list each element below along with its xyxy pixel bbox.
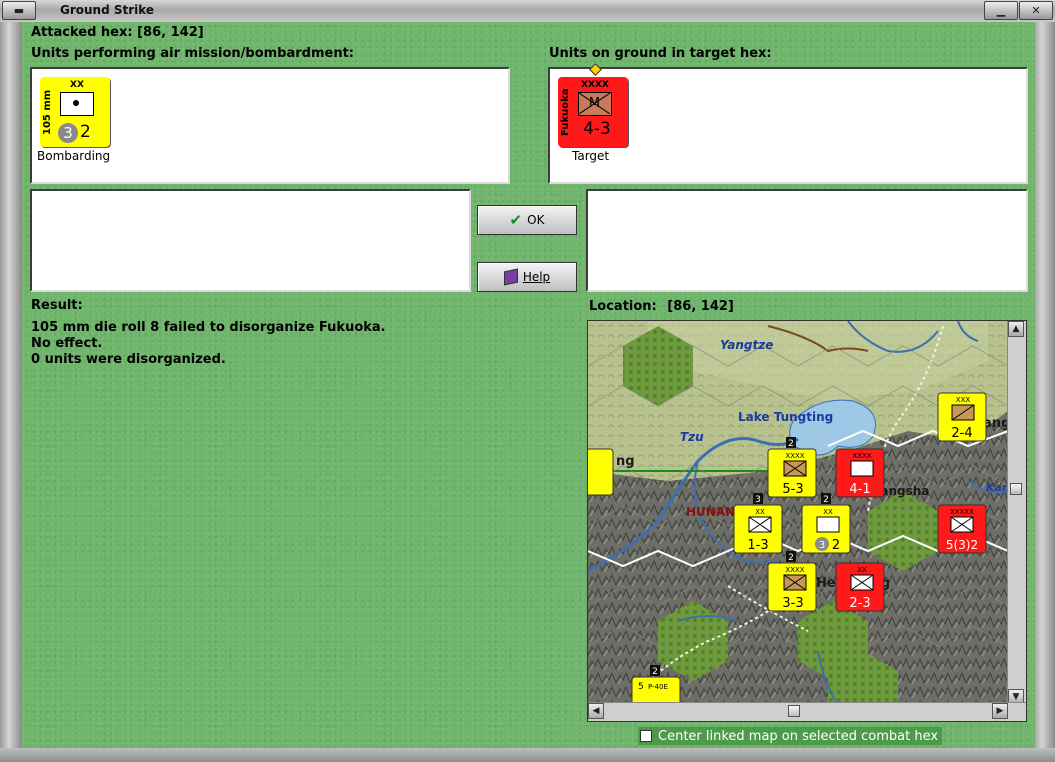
air-units-panel: 105 mm XX 3 2 Bombarding [30, 67, 510, 184]
mechanized-symbol-icon: M [578, 92, 612, 116]
unit-size: XXXX [785, 566, 804, 574]
target-caption: Target [572, 149, 610, 163]
scroll-right-button[interactable]: ▶ [992, 703, 1008, 719]
stack-count: 2 [823, 495, 829, 505]
air-units-heading: Units performing air mission/bombardment… [31, 46, 355, 61]
location-map[interactable]: Yangtze Lake Tungting Tzu HUNAN Changsha… [587, 320, 1027, 722]
unit-size: XX [70, 80, 84, 90]
unit-factor: 2 [832, 538, 840, 553]
attacked-hex-line: Attacked hex: [86, 142] [31, 25, 204, 40]
defender-info-panel [586, 189, 1028, 292]
unit-size: XXXX [785, 452, 804, 460]
map-unit-2-3[interactable]: XX 2-3 [835, 562, 885, 612]
map-unit-5-3-2[interactable]: XXXXX 5(3)2 [937, 504, 987, 554]
map-label-lake: Lake Tungting [738, 410, 833, 424]
map-vertical-scrollbar[interactable]: ▲ ▼ [1007, 321, 1026, 705]
artillery-symbol-icon [60, 92, 94, 116]
unit-factor: 4-1 [849, 482, 870, 497]
unit-factor: 4-3 [583, 119, 611, 139]
book-icon [503, 268, 518, 286]
help-button-label: Help [522, 270, 551, 284]
unit-name: Fukuoka [560, 88, 571, 136]
unit-size: XXXXX [950, 508, 974, 516]
map-unit-2-4[interactable]: XXX 2-4 [937, 392, 987, 442]
stack-count: 3 [755, 495, 761, 505]
unit-size: XXXX [852, 452, 871, 460]
system-menu-button[interactable]: ▬ [2, 1, 36, 20]
scroll-left-button[interactable]: ◀ [588, 703, 604, 719]
unit-name: 105 mm [42, 89, 53, 135]
result-line-2: No effect. [31, 336, 103, 351]
diamond-marker-icon [589, 63, 602, 76]
hex-map[interactable]: Yangtze Lake Tungting Tzu HUNAN Changsha… [588, 321, 1008, 705]
result-heading: Result: [31, 298, 83, 313]
unit-factor: 2 [80, 122, 91, 142]
unit-factor: 5 [638, 682, 644, 692]
unit-factor: 5(3)2 [946, 538, 978, 552]
stack-count: 2 [788, 553, 794, 563]
window-frame-right [1033, 22, 1055, 762]
center-map-checkbox[interactable] [640, 730, 652, 742]
window-frame-left [0, 22, 22, 762]
map-label-tzu: Tzu [680, 430, 704, 444]
factor-circle: 3 [819, 540, 825, 551]
unit-factor: 2-3 [849, 596, 870, 611]
unit-size: XX [823, 508, 833, 516]
result-line-3: 0 units were disorganized. [31, 352, 226, 367]
map-unit-4-1[interactable]: XXXX 4-1 [835, 448, 885, 498]
unit-factor: 3-3 [782, 596, 803, 611]
unit-size: XXXX [581, 80, 609, 90]
map-horizontal-scrollbar[interactable]: ◀ ▶ [588, 702, 1026, 721]
location-label: Location: [589, 299, 657, 314]
unit-factor: 2-4 [951, 426, 972, 441]
horizontal-scroll-thumb[interactable] [788, 705, 800, 717]
dialog-body: Attacked hex: [86, 142] Units performing… [22, 22, 1035, 748]
map-label-province: HUNAN [686, 505, 735, 519]
bombarding-caption: Bombarding [37, 149, 111, 163]
map-label-partial-3: Kan [986, 481, 1008, 494]
ok-button-label: OK [527, 213, 545, 227]
location-line: Location: [86, 142] [589, 299, 734, 314]
center-map-option[interactable]: Center linked map on selected combat hex [638, 727, 943, 745]
unit-name: P-40E [648, 683, 668, 691]
stack-count: 2 [788, 439, 794, 449]
target-unit-counter[interactable]: Fukuoka XXXX M 4-3 [558, 77, 628, 147]
map-label-yangtze: Yangtze [720, 338, 773, 352]
vertical-scroll-thumb[interactable] [1010, 483, 1022, 495]
map-label-partial-2: ang [983, 416, 1008, 431]
scroll-up-button[interactable]: ▲ [1008, 321, 1024, 337]
ground-units-heading: Units on ground in target hex: [549, 46, 772, 61]
stack-count: 2 [652, 667, 658, 677]
factor-circle: 3 [58, 123, 78, 143]
attacker-info-panel [30, 189, 471, 292]
bombarding-unit-counter[interactable]: 105 mm XX 3 2 [40, 77, 110, 147]
title-bar[interactable]: ▬ Ground Strike ▁ ✕ [0, 0, 1055, 23]
window-title: Ground Strike [60, 3, 155, 17]
unit-size: XX [857, 566, 867, 574]
map-unit-partial[interactable] [588, 448, 614, 496]
location-value: [86, 142] [667, 299, 734, 314]
result-line-1: 105 mm die roll 8 failed to disorganize … [31, 320, 386, 335]
map-label-partial-1: ng [616, 454, 635, 469]
attacked-hex-value: [86, 142] [137, 25, 204, 40]
help-button[interactable]: Help [477, 262, 577, 292]
ground-units-panel: Fukuoka XXXX M 4-3 Target [548, 63, 1028, 184]
window-frame-bottom [0, 748, 1055, 762]
unit-symbol: M [588, 96, 601, 111]
close-button[interactable]: ✕ [1019, 1, 1053, 20]
minimize-button[interactable]: ▁ [984, 1, 1018, 20]
center-map-label: Center linked map on selected combat hex [658, 728, 939, 744]
unit-factor: 1-3 [747, 538, 768, 553]
unit-factor: 5-3 [782, 482, 803, 497]
unit-size: XXX [956, 396, 971, 404]
ok-button[interactable]: ✔ OK [477, 205, 577, 235]
checkmark-icon: ✔ [509, 211, 523, 229]
unit-size: XX [755, 508, 765, 516]
attacked-hex-label: Attacked hex: [31, 25, 133, 40]
